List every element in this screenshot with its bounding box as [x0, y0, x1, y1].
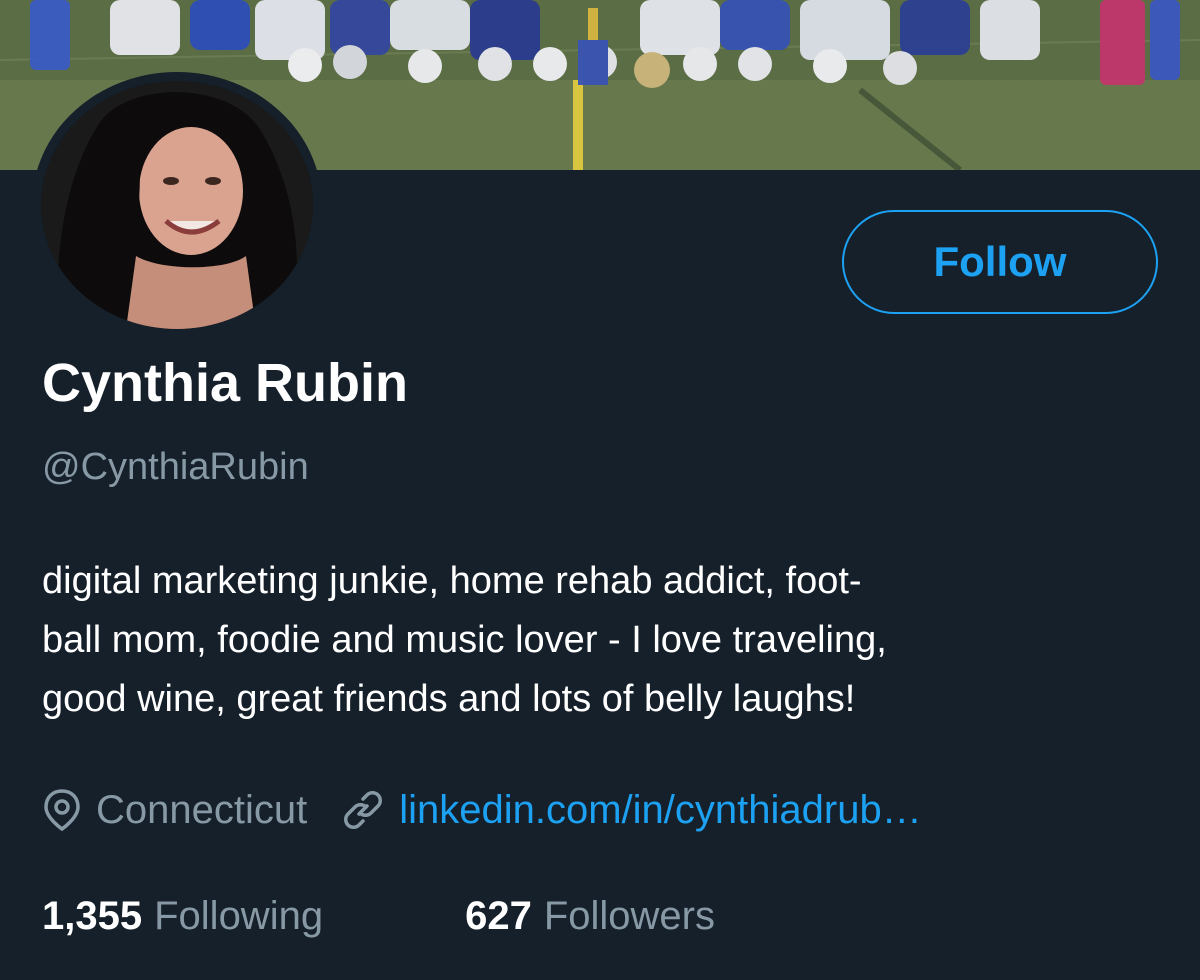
profile-bio: digital marketing junkie, home rehab add…	[42, 552, 1162, 729]
profile-location: Connecticut	[96, 787, 308, 832]
profile-name: Cynthia Rubin	[42, 353, 408, 413]
profile-stats: 1,355 Following 627 Followers	[42, 886, 715, 946]
profile-website-link[interactable]: linkedin.com/in/cynthiadrub…	[399, 788, 921, 833]
profile-meta: Connecticut linkedin.com/in/cynthiadrub…	[42, 780, 922, 840]
bio-line: ball mom, foodie and music lover - I lov…	[42, 619, 887, 661]
profile-avatar[interactable]	[32, 72, 322, 338]
avatar-photo	[41, 81, 313, 329]
bio-line: good wine, great friends and lots of bel…	[42, 678, 856, 720]
link-icon	[341, 788, 385, 832]
followers-label: Followers	[543, 893, 715, 938]
map-pin-icon	[42, 788, 82, 832]
profile-handle: @CynthiaRubin	[42, 446, 309, 488]
followers-count: 627	[465, 893, 532, 938]
followers-stat[interactable]: 627 Followers	[465, 894, 715, 939]
following-label: Following	[154, 893, 324, 938]
following-count: 1,355	[42, 893, 143, 938]
follow-button[interactable]: Follow	[842, 210, 1158, 314]
bio-line: digital marketing junkie, home rehab add…	[42, 560, 862, 602]
following-stat[interactable]: 1,355 Following	[42, 894, 323, 939]
